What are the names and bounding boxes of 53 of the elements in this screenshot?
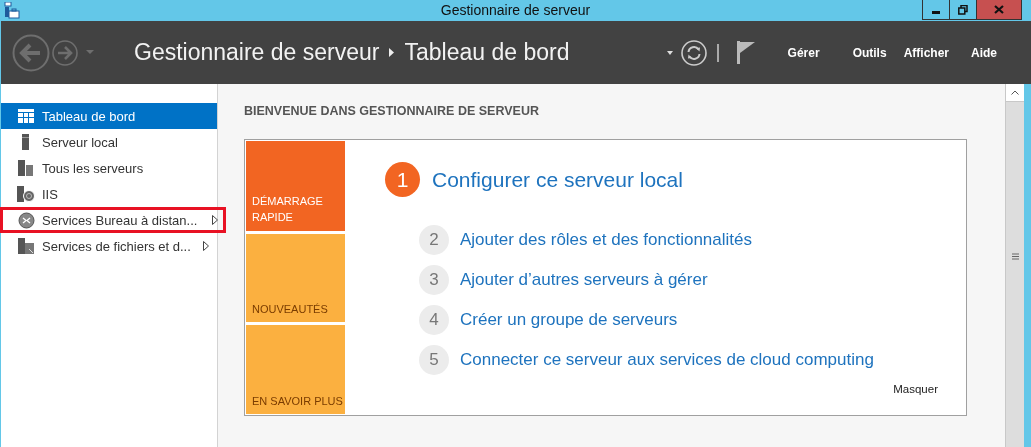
sidebar-label: Tableau de bord: [42, 108, 136, 124]
sidebar-item[interactable]: Tous les serveurs: [1, 155, 217, 181]
scroll-up-icon[interactable]: [1011, 90, 1019, 95]
breadcrumb-item: Tableau de bord: [404, 39, 570, 66]
tile-tab[interactable]: NOUVEAUTÉS: [246, 233, 345, 323]
dropdown-caret-icon[interactable]: [666, 50, 673, 55]
hide-link[interactable]: Masquer: [893, 383, 938, 395]
step-number: 5: [419, 345, 449, 375]
close-button[interactable]: [976, 0, 1022, 20]
step-link[interactable]: Configurer ce serveur local: [432, 167, 683, 192]
step-link[interactable]: Créer un groupe de serveurs: [460, 310, 678, 330]
sidebar-item[interactable]: Tableau de bord: [1, 103, 217, 129]
sidebar-item[interactable]: Services de fichiers et d...: [1, 233, 217, 259]
step-number: 1: [385, 162, 420, 197]
sidebar-item[interactable]: Services Bureau à distan...: [0, 207, 226, 233]
step-number: 2: [419, 225, 449, 255]
sidebar-label: Services Bureau à distan...: [42, 212, 198, 228]
section-heading: BIENVENUE DANS GESTIONNAIRE DE SERVEUR: [244, 104, 540, 118]
expand-arrow-icon[interactable]: [203, 241, 209, 251]
sidebar-item[interactable]: IIS: [1, 181, 217, 207]
menu-item[interactable]: Outils: [852, 45, 887, 60]
minimize-button[interactable]: [922, 0, 950, 20]
window-title: Gestionnaire de serveur: [440, 2, 591, 18]
scrollbar[interactable]: [1005, 84, 1024, 447]
sidebar-label: Tous les serveurs: [42, 160, 144, 176]
servers-icon: [18, 160, 34, 176]
tile-tab[interactable]: EN SAVOIR PLUS: [246, 325, 345, 414]
flag-icon[interactable]: [736, 41, 755, 64]
step-link[interactable]: Ajouter des rôles et des fonctionnalités: [460, 230, 752, 250]
sidebar-label: IIS: [42, 186, 58, 202]
sidebar-label: Serveur local: [42, 134, 118, 150]
step-number: 4: [419, 305, 449, 335]
remote-desktop-icon: [17, 211, 35, 229]
menu-item[interactable]: Gérer: [787, 45, 820, 60]
expand-arrow-icon[interactable]: [212, 215, 218, 225]
step-number: 3: [419, 265, 449, 295]
server-globe-icon: [17, 186, 35, 202]
breadcrumb-separator-icon: [389, 48, 395, 57]
sidebar-item[interactable]: Serveur local: [1, 129, 217, 155]
close-icon: [994, 5, 1004, 14]
file-server-icon: [17, 238, 35, 254]
grid-icon: [18, 109, 34, 123]
scroll-grip-icon: [1011, 253, 1019, 260]
menu-item[interactable]: Afficher: [903, 45, 949, 60]
minimize-icon: [932, 11, 940, 14]
breadcrumb-item[interactable]: Gestionnaire de serveur: [134, 39, 380, 66]
restore-icon: [958, 4, 968, 15]
step-link[interactable]: Ajouter d’autres serveurs à gérer: [460, 270, 708, 290]
refresh-icon[interactable]: [680, 39, 707, 66]
server-manager-icon: [4, 2, 20, 19]
menu-item[interactable]: Aide: [971, 45, 997, 60]
sidebar-label: Services de fichiers et d...: [42, 238, 191, 254]
step-link[interactable]: Connecter ce serveur aux services de cloud computing: [460, 350, 874, 370]
